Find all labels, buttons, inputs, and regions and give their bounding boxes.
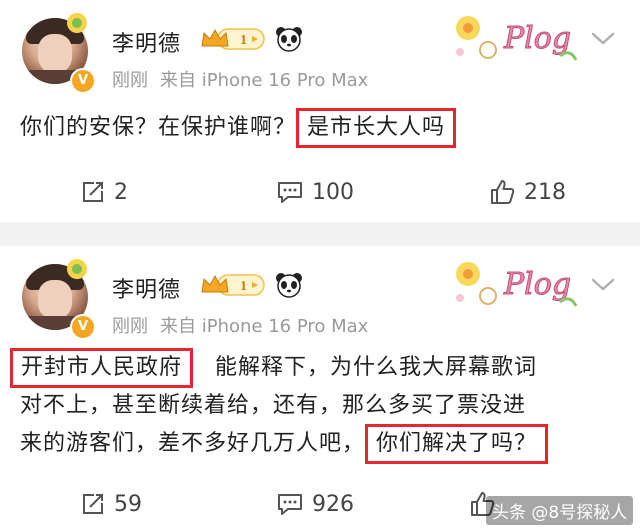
- repost-count: 2: [114, 179, 128, 205]
- comment-button[interactable]: 100: [276, 174, 354, 210]
- like-button[interactable]: 218: [488, 174, 566, 210]
- username[interactable]: 李明德: [112, 272, 181, 304]
- repost-button[interactable]: 2: [80, 174, 128, 210]
- vip-level-badge[interactable]: 1: [200, 26, 266, 52]
- like-count: 218: [524, 179, 566, 205]
- verified-badge: V: [70, 68, 96, 94]
- post-separator: [0, 222, 640, 246]
- post-source: 来自 iPhone 16 Pro Max: [160, 70, 369, 91]
- flower-hat-icon: [67, 13, 87, 33]
- post-text-line-2: 对不上，甚至断续着给，还有，那么多买了票没进: [20, 393, 527, 418]
- highlighted-text: 开封市人民政府: [10, 348, 194, 388]
- post-text: 开封市人民政府 能解释下，为什么我大屏幕歌词 对不上，甚至断续着给，还有，那么多…: [10, 348, 549, 464]
- post-text-segment: 能解释下，为什么我大屏幕歌词: [215, 355, 538, 380]
- comment-icon: [278, 494, 302, 515]
- panda-icon: [276, 27, 302, 52]
- weibo-post-1: V 李明德 1 刚刚 来自 iPhone 16 Pro Max Plog 你们的安…: [0, 0, 640, 222]
- post-text-line-1: 开封市人民政府 能解释下，为什么我大屏幕歌词: [10, 348, 548, 388]
- post-text: 你们的安保？在保护谁啊？ 是市长大人吗: [20, 108, 457, 148]
- like-icon: [491, 180, 515, 204]
- post-source: 来自 iPhone 16 Pro Max: [160, 316, 369, 337]
- highlighted-text: 你们解决了吗？: [365, 424, 549, 464]
- post-text-plain: 你们的安保？在保护谁啊？: [20, 115, 297, 140]
- vip-level-text: 1: [240, 279, 247, 294]
- plog-sticker-icon: Plog: [456, 262, 578, 307]
- post-time: 刚刚: [112, 70, 148, 91]
- svg-text:Plog: Plog: [503, 21, 571, 56]
- repost-icon: [83, 182, 103, 202]
- chevron-down-icon[interactable]: [590, 276, 616, 294]
- highlighted-text: 是市长大人吗: [296, 108, 457, 148]
- comment-count: 926: [312, 491, 354, 517]
- vip-level-text: 1: [240, 33, 247, 48]
- plog-sticker-icon: Plog: [456, 16, 578, 61]
- comment-icon: [278, 182, 302, 203]
- chevron-down-icon[interactable]: [590, 30, 616, 48]
- post-meta: 刚刚 来自 iPhone 16 Pro Max: [112, 312, 368, 338]
- comment-count: 100: [312, 179, 354, 205]
- post-meta: 刚刚 来自 iPhone 16 Pro Max: [112, 66, 368, 92]
- repost-icon: [83, 494, 103, 514]
- action-bar: 2 100 218: [0, 174, 640, 210]
- vip-level-badge[interactable]: 1: [200, 272, 266, 298]
- verified-badge: V: [70, 314, 96, 340]
- post-time: 刚刚: [112, 316, 148, 337]
- svg-text:Plog: Plog: [503, 267, 571, 302]
- repost-button[interactable]: 59: [80, 486, 142, 522]
- panda-icon: [276, 273, 302, 298]
- repost-count: 59: [114, 491, 142, 517]
- post-text-line-3: 来的游客们，差不多好几万人吧， 你们解决了吗？: [10, 424, 549, 464]
- watermark: 头条 @8号探秘人: [486, 496, 634, 525]
- post-text-segment: 来的游客们，差不多好几万人吧，: [20, 431, 366, 456]
- username[interactable]: 李明德: [112, 26, 181, 58]
- weibo-post-2: V 李明德 1 刚刚 来自 iPhone 16 Pro Max Plog 开封市人…: [0, 246, 640, 528]
- flower-hat-icon: [67, 259, 87, 279]
- comment-button[interactable]: 926: [276, 486, 354, 522]
